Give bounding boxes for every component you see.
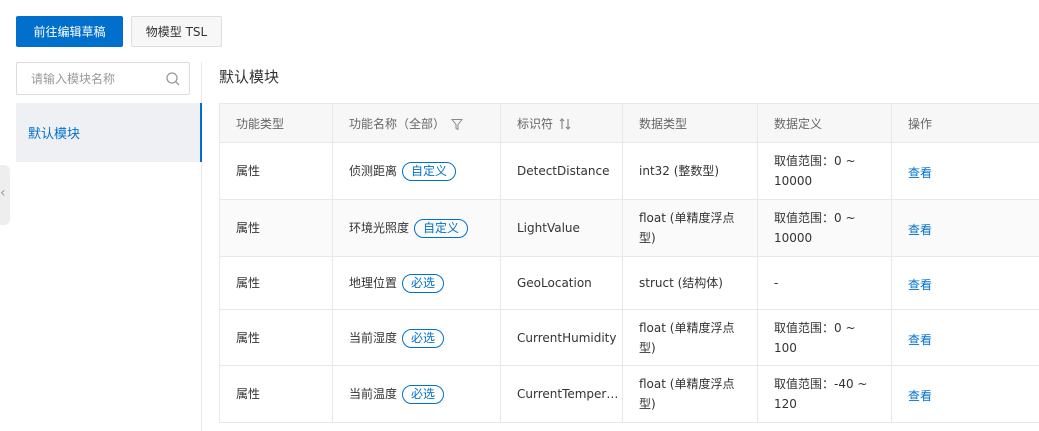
cell-type: 属性: [219, 199, 333, 257]
view-link[interactable]: 查看: [908, 216, 932, 240]
cell-name: 当前温度 必选: [332, 365, 501, 423]
cell-name: 地理位置 必选: [332, 256, 501, 310]
table-row: 属性 环境光照度 自定义 LightValue float (单精度浮点型) 取值…: [219, 199, 1039, 257]
col-header-type: 功能类型: [219, 103, 333, 143]
module-search-input[interactable]: [17, 63, 157, 94]
tsl-button[interactable]: 物模型 TSL: [131, 16, 222, 47]
cell-data-type: int32 (整数型): [622, 142, 758, 200]
cell-definition: 取值范围：0 ~ 100: [757, 309, 892, 366]
view-link[interactable]: 查看: [908, 382, 932, 406]
cell-identifier: CurrentHumidity: [500, 309, 623, 366]
cell-identifier: LightValue: [500, 199, 623, 257]
cell-definition: 取值范围：0 ~ 10000: [757, 142, 892, 200]
table-row: 属性 地理位置 必选 GeoLocation struct (结构体) - 查看: [219, 256, 1039, 310]
view-link[interactable]: 查看: [908, 159, 932, 183]
tag-badge: 必选: [402, 328, 445, 348]
tag-badge: 自定义: [414, 219, 469, 238]
cell-definition: 取值范围：0 ~ 10000: [757, 199, 892, 257]
table-row: 属性 侦测距离 自定义 DetectDistance int32 (整数型) 取值…: [219, 142, 1039, 200]
view-link[interactable]: 查看: [908, 271, 932, 295]
cell-data-type: float (单精度浮点型): [622, 365, 758, 423]
col-header-definition: 数据定义: [757, 103, 892, 143]
cell-action: 查看: [891, 142, 1039, 200]
sort-icon[interactable]: [559, 118, 571, 130]
cell-type: 属性: [219, 309, 333, 366]
table-header-row: 功能类型 功能名称（全部） 标识符 数据类型 数据定义 操作: [219, 103, 1039, 143]
sidebar-item-default-module[interactable]: 默认模块: [16, 103, 202, 162]
col-header-identifier: 标识符: [500, 103, 623, 143]
tag-badge: 自定义: [402, 162, 457, 181]
top-toolbar: 前往编辑草稿 物模型 TSL: [16, 16, 222, 47]
cell-type: 属性: [219, 142, 333, 200]
cell-definition: 取值范围：-40 ~ 120: [757, 365, 892, 423]
col-header-data-type: 数据类型: [622, 103, 758, 143]
filter-icon[interactable]: [451, 118, 464, 131]
cell-action: 查看: [891, 365, 1039, 423]
table-row: 属性 当前湿度 必选 CurrentHumidity float (单精度浮点型)…: [219, 309, 1039, 366]
cell-identifier: CurrentTemper…: [500, 365, 623, 423]
cell-data-type: float (单精度浮点型): [622, 199, 758, 257]
cell-name: 环境光照度 自定义: [332, 199, 501, 257]
cell-action: 查看: [891, 256, 1039, 310]
cell-data-type: float (单精度浮点型): [622, 309, 758, 366]
tag-badge: 必选: [402, 385, 445, 404]
goto-draft-button[interactable]: 前往编辑草稿: [16, 16, 123, 47]
cell-type: 属性: [219, 256, 333, 310]
module-title: 默认模块: [219, 68, 280, 86]
tag-badge: 必选: [402, 274, 445, 293]
table-row: 属性 当前温度 必选 CurrentTemper… float (单精度浮点型) …: [219, 365, 1039, 423]
cell-action: 查看: [891, 199, 1039, 257]
collapse-handle[interactable]: ‹: [0, 165, 10, 225]
col-header-action: 操作: [891, 103, 1039, 143]
view-link[interactable]: 查看: [908, 326, 932, 350]
features-table: 功能类型 功能名称（全部） 标识符 数据类型 数据定义 操作 属性 侦测距离 自定…: [219, 103, 1039, 423]
cell-name: 侦测距离 自定义: [332, 142, 501, 200]
chevron-left-icon: ‹: [0, 185, 6, 201]
module-search: [16, 62, 190, 95]
cell-definition: -: [757, 256, 892, 310]
module-sidebar: 默认模块: [16, 62, 202, 431]
cell-name: 当前湿度 必选: [332, 309, 501, 366]
cell-identifier: DetectDistance: [500, 142, 623, 200]
search-icon[interactable]: [165, 71, 181, 87]
cell-identifier: GeoLocation: [500, 256, 623, 310]
cell-data-type: struct (结构体): [622, 256, 758, 310]
cell-action: 查看: [891, 309, 1039, 366]
col-header-name: 功能名称（全部）: [332, 103, 501, 143]
cell-type: 属性: [219, 365, 333, 423]
